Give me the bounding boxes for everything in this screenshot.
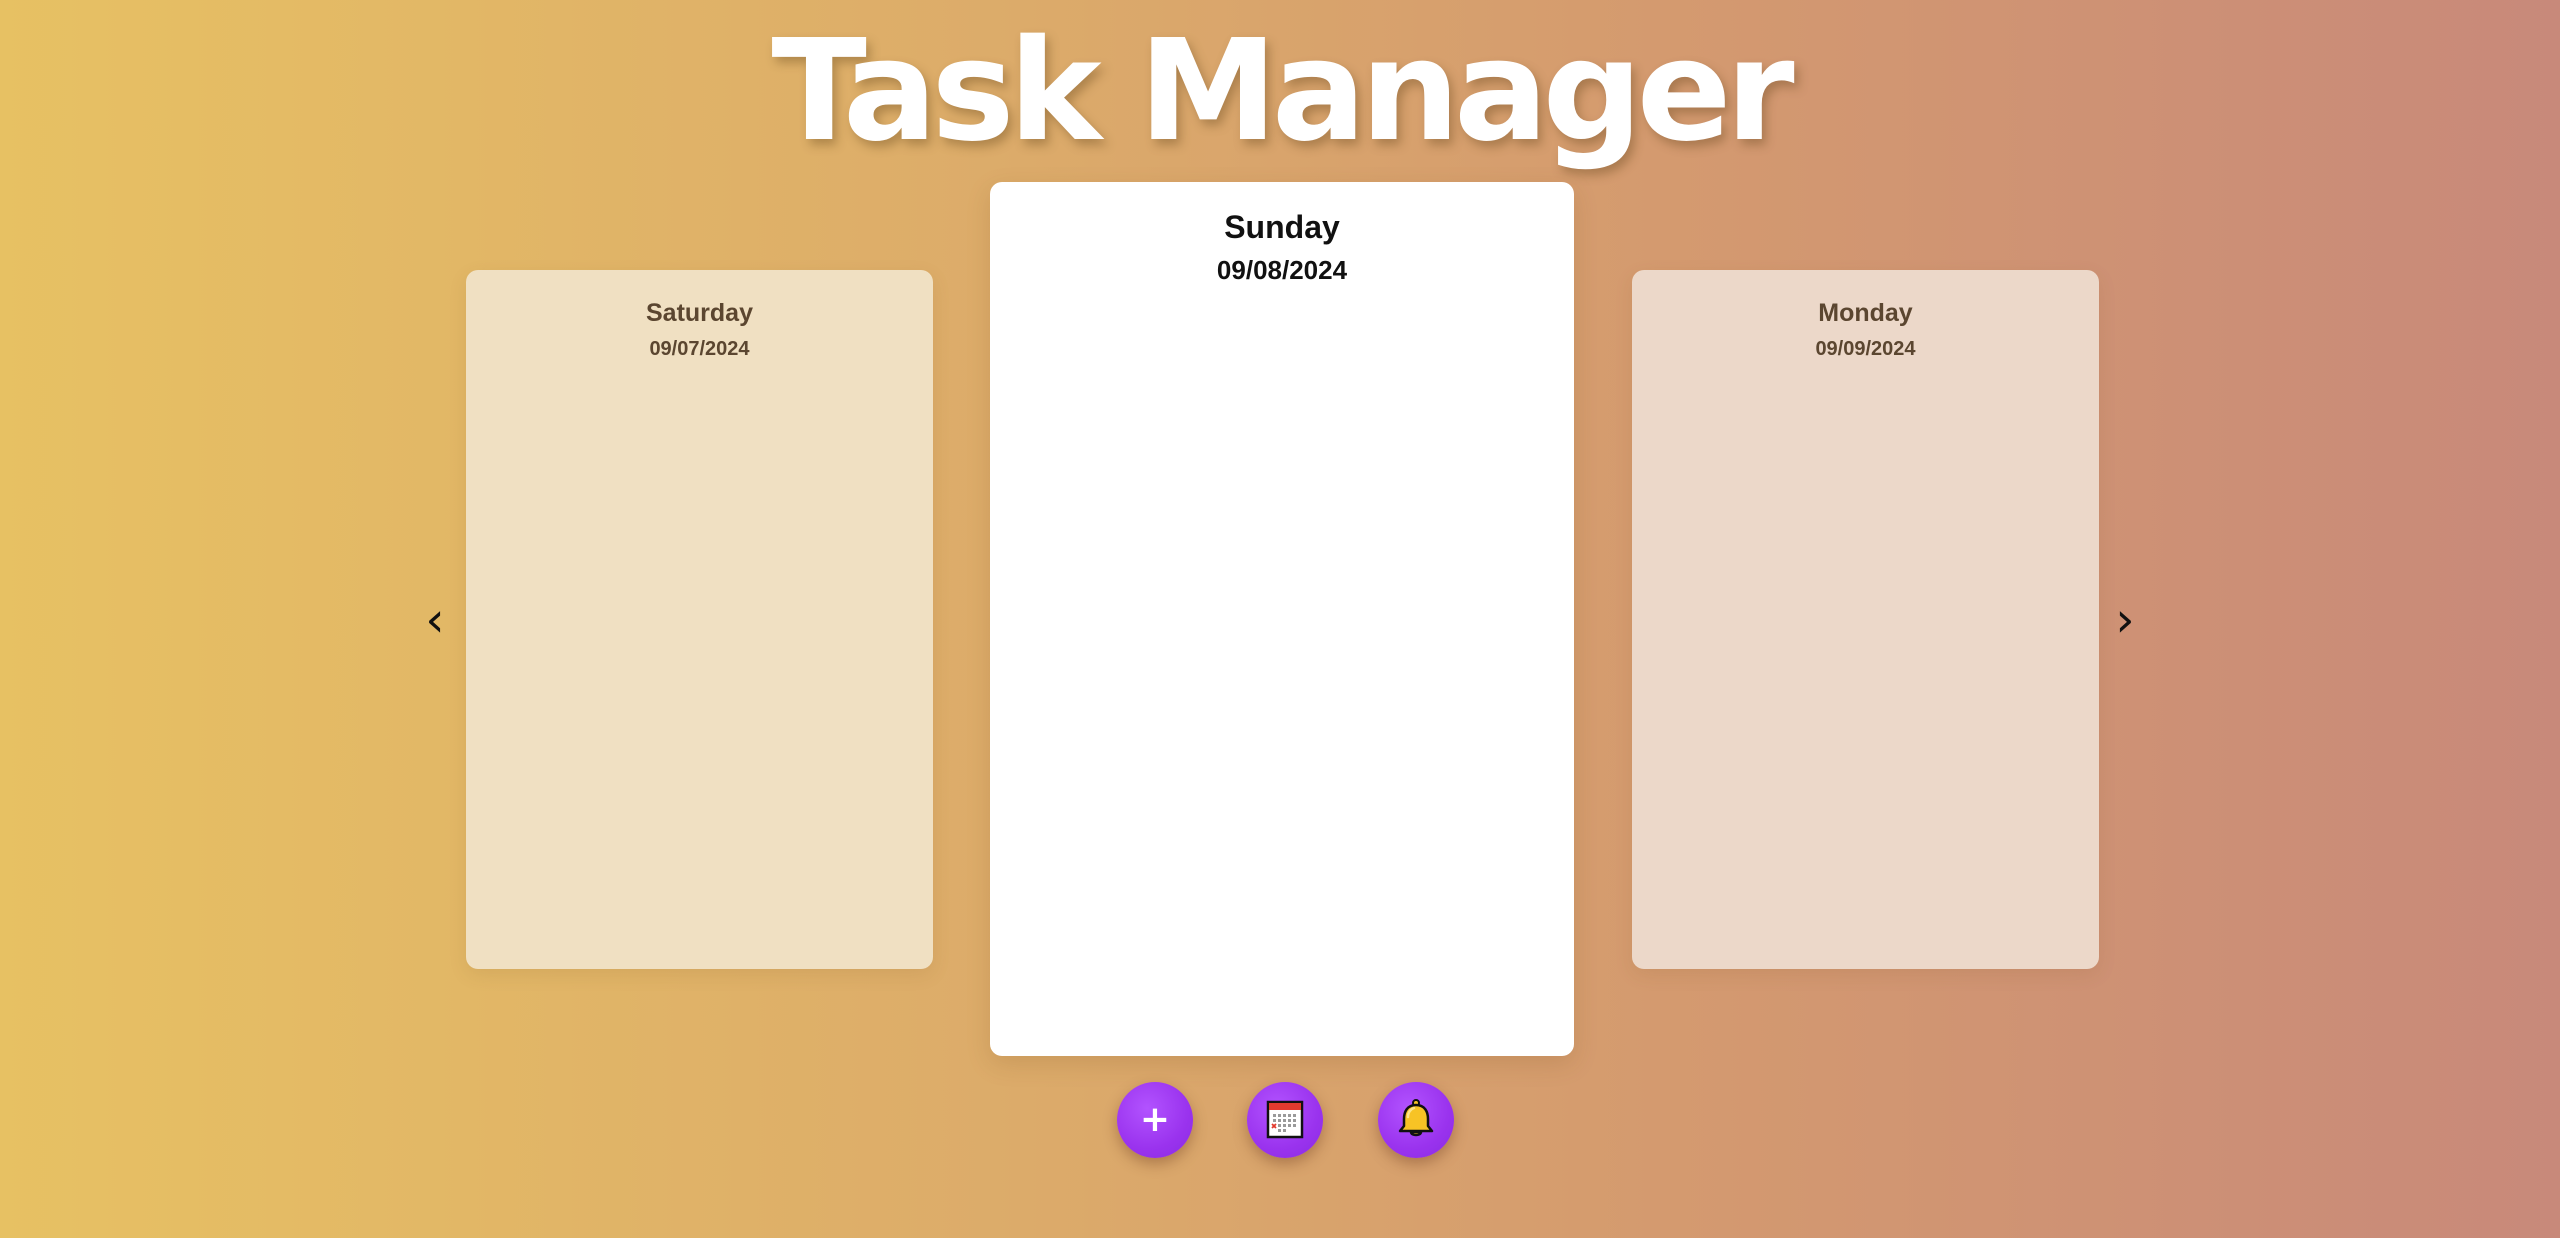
day-card-current[interactable]: Sunday 09/08/2024 [990,182,1574,1056]
day-date: 09/09/2024 [1815,338,1916,360]
next-day-button[interactable]: › [2105,590,2145,650]
day-card-next[interactable]: Monday 09/09/2024 [1632,270,2099,969]
bell-icon [1394,1097,1438,1144]
day-date: 09/08/2024 [1216,255,1348,285]
notifications-button[interactable] [1378,1082,1454,1158]
day-card-previous[interactable]: Saturday 09/07/2024 [466,270,933,969]
previous-day-button[interactable]: ‹ [415,590,455,650]
plus-icon: + [1139,1099,1171,1140]
day-name: Monday [1818,299,1913,327]
calendar-icon [1264,1098,1306,1143]
add-task-button[interactable]: + [1117,1082,1193,1158]
page-title: Task Manager [771,10,1794,173]
day-name: Saturday [646,299,753,327]
day-date: 09/07/2024 [649,338,750,360]
calendar-button[interactable] [1247,1082,1323,1158]
day-name: Sunday [1224,209,1340,245]
